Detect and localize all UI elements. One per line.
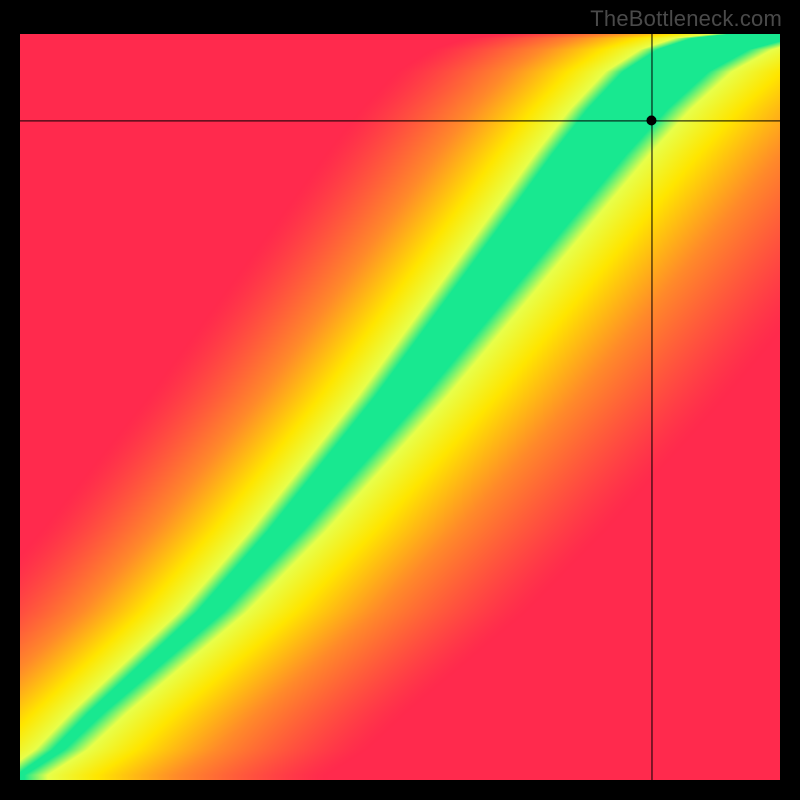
heatmap-plot: [20, 34, 780, 780]
watermark-text: TheBottleneck.com: [590, 6, 782, 32]
heatmap-canvas: [20, 34, 780, 780]
chart-container: TheBottleneck.com: [0, 0, 800, 800]
